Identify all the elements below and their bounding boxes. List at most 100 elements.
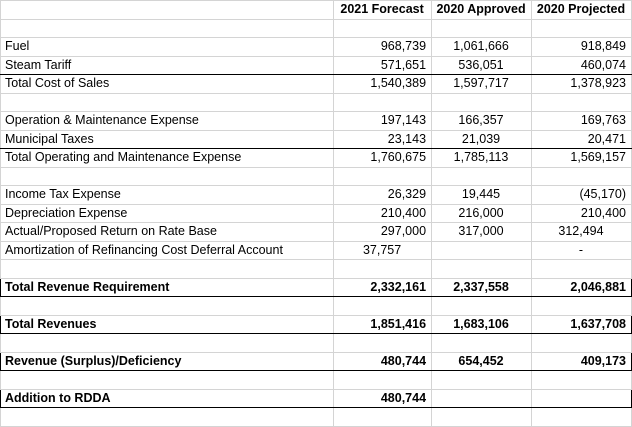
label-cell[interactable]: Actual/Proposed Return on Rate Base bbox=[0, 222, 335, 242]
label-cell[interactable]: Total Operating and Maintenance Expense bbox=[0, 148, 335, 168]
value-cell[interactable]: 1,637,708 bbox=[531, 314, 632, 334]
revenue-requirement-table: 2021 Forecast 2020 Approved 2020 Project… bbox=[0, 0, 632, 427]
value-cell[interactable]: 197,143 bbox=[333, 111, 433, 131]
value-cell[interactable]: 536,051 bbox=[431, 55, 532, 75]
value-cell[interactable]: 23,143 bbox=[333, 129, 433, 149]
cell[interactable] bbox=[531, 166, 632, 186]
label-cell[interactable]: Revenue (Surplus)/Deficiency bbox=[0, 351, 335, 371]
cell[interactable] bbox=[531, 18, 632, 38]
header-2020-approved[interactable]: 2020 Approved bbox=[431, 0, 532, 20]
corner-cell[interactable] bbox=[0, 0, 335, 20]
row-total-cost-of-sales: Total Cost of Sales 1,540,389 1,597,717 … bbox=[0, 74, 632, 94]
value-cell[interactable]: 26,329 bbox=[333, 185, 433, 205]
value-cell[interactable]: 166,357 bbox=[431, 111, 532, 131]
cell[interactable] bbox=[431, 259, 532, 279]
cell[interactable] bbox=[333, 333, 433, 353]
cell[interactable] bbox=[0, 18, 335, 38]
cell[interactable] bbox=[333, 92, 433, 112]
cell[interactable] bbox=[333, 166, 433, 186]
value-cell[interactable]: 2,332,161 bbox=[333, 277, 433, 297]
label-cell[interactable]: Total Revenues bbox=[0, 314, 335, 334]
value-cell[interactable]: 210,400 bbox=[531, 203, 632, 223]
value-cell[interactable]: 918,849 bbox=[531, 37, 632, 57]
value-cell[interactable]: 1,378,923 bbox=[531, 74, 632, 94]
cell[interactable] bbox=[531, 333, 632, 353]
label-cell[interactable]: Municipal Taxes bbox=[0, 129, 335, 149]
cell[interactable] bbox=[333, 18, 433, 38]
cell[interactable] bbox=[531, 370, 632, 390]
value-cell[interactable]: 169,763 bbox=[531, 111, 632, 131]
cell[interactable] bbox=[0, 259, 335, 279]
value-cell[interactable]: 19,445 bbox=[431, 185, 532, 205]
cell[interactable] bbox=[333, 259, 433, 279]
cell[interactable] bbox=[431, 18, 532, 38]
value-cell[interactable]: 1,851,416 bbox=[333, 314, 433, 334]
cell[interactable] bbox=[0, 333, 335, 353]
value-cell[interactable]: 210,400 bbox=[333, 203, 433, 223]
label-cell[interactable]: Total Cost of Sales bbox=[0, 74, 335, 94]
value-cell[interactable] bbox=[431, 388, 532, 408]
cell[interactable] bbox=[333, 370, 433, 390]
value-cell[interactable]: 21,039 bbox=[431, 129, 532, 149]
value-cell[interactable] bbox=[431, 240, 532, 260]
cell[interactable] bbox=[531, 259, 632, 279]
cell[interactable] bbox=[431, 92, 532, 112]
value-cell[interactable]: 480,744 bbox=[333, 388, 433, 408]
value-cell[interactable] bbox=[531, 388, 632, 408]
label-cell[interactable]: Depreciation Expense bbox=[0, 203, 335, 223]
cell[interactable] bbox=[0, 166, 335, 186]
cell[interactable] bbox=[0, 296, 335, 316]
value-cell[interactable]: 1,597,717 bbox=[431, 74, 532, 94]
blank-row bbox=[0, 333, 632, 353]
value-cell[interactable]: 654,452 bbox=[431, 351, 532, 371]
value-cell[interactable]: 1,569,157 bbox=[531, 148, 632, 168]
row-depreciation: Depreciation Expense 210,400 216,000 210… bbox=[0, 203, 632, 223]
cell[interactable] bbox=[531, 296, 632, 316]
cell[interactable] bbox=[0, 407, 335, 427]
value-cell[interactable]: 216,000 bbox=[431, 203, 532, 223]
value-cell[interactable]: 1,540,389 bbox=[333, 74, 433, 94]
value-cell[interactable]: 1,061,666 bbox=[431, 37, 532, 57]
blank-row bbox=[0, 166, 632, 186]
value-cell[interactable]: 1,683,106 bbox=[431, 314, 532, 334]
header-2020-projected[interactable]: 2020 Projected bbox=[531, 0, 632, 20]
value-cell[interactable]: 37,757 bbox=[333, 240, 433, 260]
value-cell[interactable]: 571,651 bbox=[333, 55, 433, 75]
label-cell[interactable]: Fuel bbox=[0, 37, 335, 57]
cell[interactable] bbox=[431, 407, 532, 427]
cell[interactable] bbox=[431, 166, 532, 186]
label-cell[interactable]: Operation & Maintenance Expense bbox=[0, 111, 335, 131]
cell[interactable] bbox=[531, 407, 632, 427]
label-cell[interactable]: Addition to RDDA bbox=[0, 388, 335, 408]
cell[interactable] bbox=[431, 370, 532, 390]
cell[interactable] bbox=[0, 92, 335, 112]
value-cell[interactable]: - bbox=[531, 240, 632, 260]
value-cell[interactable]: 2,046,881 bbox=[531, 277, 632, 297]
value-cell[interactable]: 480,744 bbox=[333, 351, 433, 371]
value-cell[interactable]: 312,494 bbox=[531, 222, 632, 242]
cell[interactable] bbox=[333, 407, 433, 427]
cell[interactable] bbox=[431, 296, 532, 316]
value-cell[interactable]: 1,785,113 bbox=[431, 148, 532, 168]
cell[interactable] bbox=[531, 92, 632, 112]
label-cell[interactable]: Total Revenue Requirement bbox=[0, 277, 335, 297]
cell[interactable] bbox=[0, 370, 335, 390]
value-cell[interactable]: 460,074 bbox=[531, 55, 632, 75]
label-cell[interactable]: Income Tax Expense bbox=[0, 185, 335, 205]
row-income-tax: Income Tax Expense 26,329 19,445 (45,170… bbox=[0, 185, 632, 205]
cell[interactable] bbox=[333, 296, 433, 316]
value-cell[interactable]: (45,170) bbox=[531, 185, 632, 205]
value-cell[interactable]: 1,760,675 bbox=[333, 148, 433, 168]
header-2021-forecast[interactable]: 2021 Forecast bbox=[333, 0, 433, 20]
row-om-expense: Operation & Maintenance Expense 197,143 … bbox=[0, 111, 632, 131]
cell[interactable] bbox=[431, 333, 532, 353]
value-cell[interactable]: 968,739 bbox=[333, 37, 433, 57]
value-cell[interactable]: 409,173 bbox=[531, 351, 632, 371]
header-row: 2021 Forecast 2020 Approved 2020 Project… bbox=[0, 0, 632, 20]
value-cell[interactable]: 2,337,558 bbox=[431, 277, 532, 297]
value-cell[interactable]: 20,471 bbox=[531, 129, 632, 149]
value-cell[interactable]: 297,000 bbox=[333, 222, 433, 242]
value-cell[interactable]: 317,000 bbox=[431, 222, 532, 242]
label-cell[interactable]: Amortization of Refinancing Cost Deferra… bbox=[0, 240, 335, 260]
label-cell[interactable]: Steam Tariff bbox=[0, 55, 335, 75]
